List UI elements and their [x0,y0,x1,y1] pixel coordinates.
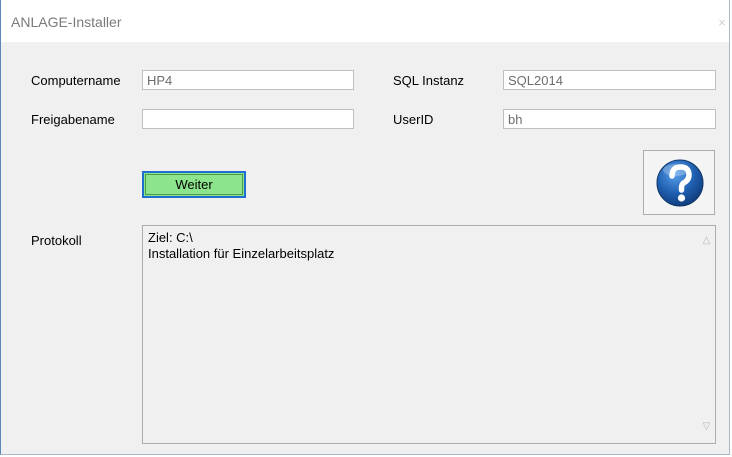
title-bar[interactable]: ANLAGE-Installer × [1,0,729,42]
scroll-down-arrow-icon[interactable]: ▽ [698,418,715,435]
userid-label: UserID [393,112,434,127]
computername-input[interactable] [142,70,354,90]
weiter-button[interactable]: Weiter [142,171,246,198]
vertical-scrollbar[interactable]: △ ▽ [698,226,715,443]
freigabename-label: Freigabename [31,112,115,127]
protokoll-label: Protokoll [31,233,82,248]
sql-instanz-input[interactable] [503,70,716,90]
installer-window: ANLAGE-Installer × Computername SQL Inst… [0,0,730,455]
scroll-up-arrow-icon[interactable]: △ [698,232,715,249]
window-title: ANLAGE-Installer [11,14,122,30]
sql-instanz-label: SQL Instanz [393,73,465,88]
help-button[interactable] [643,150,715,215]
protokoll-textarea[interactable]: Ziel: C:\ Installation für Einzelarbeits… [142,225,716,444]
protokoll-line: Installation für Einzelarbeitsplatz [148,246,335,261]
userid-input[interactable] [503,109,716,129]
close-icon[interactable]: × [715,8,729,38]
question-mark-icon [656,159,704,207]
protokoll-content: Ziel: C:\ Installation für Einzelarbeits… [148,230,334,262]
freigabename-input[interactable] [142,109,354,129]
computername-label: Computername [31,73,121,88]
protokoll-line: Ziel: C:\ [148,230,193,245]
